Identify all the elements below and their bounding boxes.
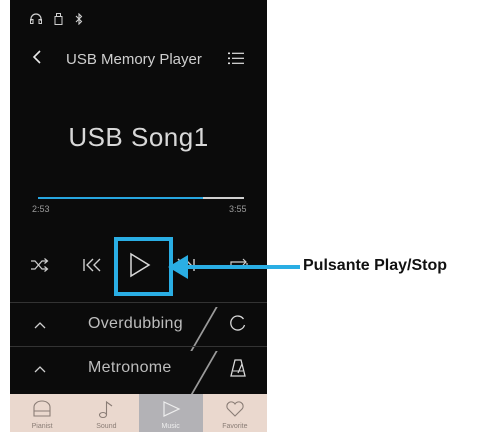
page-title: USB Memory Player bbox=[66, 51, 202, 68]
callout-label: Pulsante Play/Stop bbox=[303, 257, 448, 274]
tab-label: Favorite bbox=[222, 423, 248, 430]
divider bbox=[190, 351, 218, 395]
play-stop-button[interactable] bbox=[114, 237, 173, 296]
metronome-icon[interactable] bbox=[229, 358, 247, 383]
record-circle-icon[interactable] bbox=[229, 314, 247, 337]
tab-favorite[interactable]: Favorite bbox=[202, 394, 267, 432]
song-title: USB Song1 bbox=[68, 122, 209, 152]
bottom-tab-bar: Pianist Sound Music Favorite bbox=[10, 394, 267, 432]
piano-icon bbox=[33, 400, 51, 417]
tab-sound[interactable]: Sound bbox=[74, 394, 139, 432]
overdubbing-row[interactable]: Overdubbing bbox=[10, 302, 267, 351]
callout-line bbox=[170, 265, 300, 269]
divider bbox=[190, 307, 218, 351]
headphones-icon bbox=[30, 13, 42, 28]
tab-pianist[interactable]: Pianist bbox=[10, 394, 75, 432]
metronome-row[interactable]: Metronome bbox=[10, 346, 267, 395]
bluetooth-icon bbox=[75, 12, 83, 28]
note-icon bbox=[99, 400, 113, 419]
overdubbing-label: Overdubbing bbox=[88, 315, 183, 332]
usb-icon bbox=[54, 13, 63, 28]
callout-arrow bbox=[168, 255, 188, 279]
play-icon bbox=[130, 252, 151, 278]
elapsed-time: 2:53 bbox=[32, 204, 50, 214]
tab-label: Sound bbox=[96, 423, 117, 430]
tab-label: Pianist bbox=[31, 423, 53, 430]
list-menu-icon[interactable] bbox=[228, 52, 244, 66]
chevron-up-icon[interactable] bbox=[34, 316, 46, 332]
tab-music[interactable]: Music bbox=[138, 394, 203, 432]
play-icon bbox=[162, 401, 180, 417]
progress-fill bbox=[38, 197, 203, 199]
heart-icon bbox=[226, 401, 244, 417]
total-time: 3:55 bbox=[229, 204, 247, 214]
shuffle-icon[interactable] bbox=[30, 258, 50, 276]
chevron-up-icon[interactable] bbox=[34, 360, 46, 376]
progress-bar[interactable] bbox=[38, 197, 244, 199]
tab-label: Music bbox=[161, 423, 180, 430]
metronome-label: Metronome bbox=[88, 359, 172, 376]
back-icon[interactable] bbox=[32, 49, 46, 69]
app-screen: USB Memory Player USB Song1 2:53 3:55 Ov… bbox=[10, 0, 267, 432]
status-bar bbox=[30, 12, 83, 28]
header: USB Memory Player bbox=[10, 40, 267, 80]
previous-icon[interactable] bbox=[82, 258, 102, 276]
